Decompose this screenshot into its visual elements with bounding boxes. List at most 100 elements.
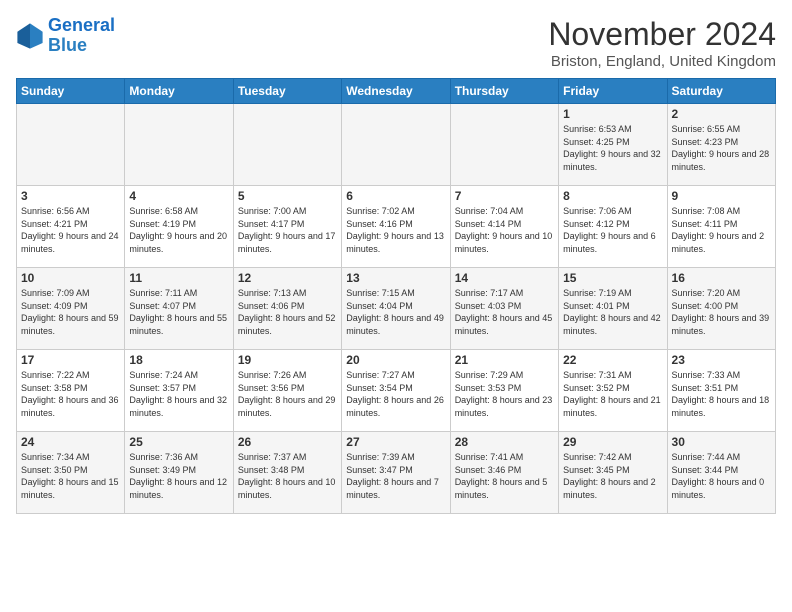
day-number: 25 <box>129 435 228 449</box>
day-number: 29 <box>563 435 662 449</box>
header-day-saturday: Saturday <box>667 79 775 104</box>
day-number: 15 <box>563 271 662 285</box>
day-cell-9: 9 Sunrise: 7:08 AMSunset: 4:11 PMDaylight… <box>667 186 775 268</box>
day-number: 4 <box>129 189 228 203</box>
day-cell-13: 13 Sunrise: 7:15 AMSunset: 4:04 PMDayligh… <box>342 268 450 350</box>
day-number: 9 <box>672 189 771 203</box>
day-number: 13 <box>346 271 445 285</box>
day-number: 24 <box>21 435 120 449</box>
day-info: Sunrise: 7:27 AMSunset: 3:54 PMDaylight:… <box>346 369 445 419</box>
day-info: Sunrise: 7:19 AMSunset: 4:01 PMDaylight:… <box>563 287 662 337</box>
day-cell-19: 19 Sunrise: 7:26 AMSunset: 3:56 PMDayligh… <box>233 350 341 432</box>
day-info: Sunrise: 7:00 AMSunset: 4:17 PMDaylight:… <box>238 205 337 255</box>
day-number: 7 <box>455 189 554 203</box>
day-number: 5 <box>238 189 337 203</box>
day-cell-28: 28 Sunrise: 7:41 AMSunset: 3:46 PMDayligh… <box>450 432 558 514</box>
day-info: Sunrise: 7:13 AMSunset: 4:06 PMDaylight:… <box>238 287 337 337</box>
calendar-body: 1 Sunrise: 6:53 AMSunset: 4:25 PMDaylight… <box>17 104 776 514</box>
day-number: 3 <box>21 189 120 203</box>
day-cell-23: 23 Sunrise: 7:33 AMSunset: 3:51 PMDayligh… <box>667 350 775 432</box>
day-number: 1 <box>563 107 662 121</box>
day-cell-6: 6 Sunrise: 7:02 AMSunset: 4:16 PMDaylight… <box>342 186 450 268</box>
day-info: Sunrise: 7:34 AMSunset: 3:50 PMDaylight:… <box>21 451 120 501</box>
logo: General Blue <box>16 16 115 56</box>
day-cell-26: 26 Sunrise: 7:37 AMSunset: 3:48 PMDayligh… <box>233 432 341 514</box>
title-block: November 2024 Briston, England, United K… <box>548 16 776 70</box>
day-number: 23 <box>672 353 771 367</box>
day-cell-25: 25 Sunrise: 7:36 AMSunset: 3:49 PMDayligh… <box>125 432 233 514</box>
calendar-table: SundayMondayTuesdayWednesdayThursdayFrid… <box>16 78 776 514</box>
day-info: Sunrise: 6:53 AMSunset: 4:25 PMDaylight:… <box>563 123 662 173</box>
day-number: 19 <box>238 353 337 367</box>
day-info: Sunrise: 7:33 AMSunset: 3:51 PMDaylight:… <box>672 369 771 419</box>
day-number: 11 <box>129 271 228 285</box>
day-cell-1: 1 Sunrise: 6:53 AMSunset: 4:25 PMDaylight… <box>559 104 667 186</box>
day-info: Sunrise: 7:39 AMSunset: 3:47 PMDaylight:… <box>346 451 445 501</box>
day-info: Sunrise: 7:04 AMSunset: 4:14 PMDaylight:… <box>455 205 554 255</box>
day-cell-7: 7 Sunrise: 7:04 AMSunset: 4:14 PMDaylight… <box>450 186 558 268</box>
day-cell-16: 16Sunrise: 7:20 AMSunset: 4:00 PMDayligh… <box>667 268 775 350</box>
day-info: Sunrise: 7:24 AMSunset: 3:57 PMDaylight:… <box>129 369 228 419</box>
day-number: 16 <box>672 271 771 285</box>
day-cell-5: 5 Sunrise: 7:00 AMSunset: 4:17 PMDaylight… <box>233 186 341 268</box>
header-day-thursday: Thursday <box>450 79 558 104</box>
day-number: 6 <box>346 189 445 203</box>
day-info: Sunrise: 7:08 AMSunset: 4:11 PMDaylight:… <box>672 205 771 255</box>
day-cell-15: 15 Sunrise: 7:19 AMSunset: 4:01 PMDayligh… <box>559 268 667 350</box>
header-day-tuesday: Tuesday <box>233 79 341 104</box>
day-number: 2 <box>672 107 771 121</box>
month-title: November 2024 <box>548 16 776 53</box>
week-row-3: 10 Sunrise: 7:09 AMSunset: 4:09 PMDayligh… <box>17 268 776 350</box>
header-day-sunday: Sunday <box>17 79 125 104</box>
day-info: Sunrise: 7:22 AMSunset: 3:58 PMDaylight:… <box>21 369 120 419</box>
day-number: 30 <box>672 435 771 449</box>
day-info: Sunrise: 6:56 AMSunset: 4:21 PMDaylight:… <box>21 205 120 255</box>
day-info: Sunrise: 7:41 AMSunset: 3:46 PMDaylight:… <box>455 451 554 501</box>
day-cell-18: 18 Sunrise: 7:24 AMSunset: 3:57 PMDayligh… <box>125 350 233 432</box>
header-day-friday: Friday <box>559 79 667 104</box>
day-cell-empty-0-3 <box>342 104 450 186</box>
day-cell-24: 24 Sunrise: 7:34 AMSunset: 3:50 PMDayligh… <box>17 432 125 514</box>
day-cell-20: 20 Sunrise: 7:27 AMSunset: 3:54 PMDayligh… <box>342 350 450 432</box>
week-row-4: 17 Sunrise: 7:22 AMSunset: 3:58 PMDayligh… <box>17 350 776 432</box>
day-cell-14: 14 Sunrise: 7:17 AMSunset: 4:03 PMDayligh… <box>450 268 558 350</box>
day-info: Sunrise: 7:09 AMSunset: 4:09 PMDaylight:… <box>21 287 120 337</box>
day-info: Sunrise: 7:26 AMSunset: 3:56 PMDaylight:… <box>238 369 337 419</box>
day-info: Sunrise: 7:02 AMSunset: 4:16 PMDaylight:… <box>346 205 445 255</box>
day-cell-27: 27 Sunrise: 7:39 AMSunset: 3:47 PMDayligh… <box>342 432 450 514</box>
day-info: Sunrise: 7:44 AMSunset: 3:44 PMDaylight:… <box>672 451 771 501</box>
day-info: Sunrise: 7:37 AMSunset: 3:48 PMDaylight:… <box>238 451 337 501</box>
day-cell-4: 4Sunrise: 6:58 AMSunset: 4:19 PMDaylight… <box>125 186 233 268</box>
header-row: General Blue November 2024 Briston, Engl… <box>16 16 776 70</box>
day-cell-10: 10 Sunrise: 7:09 AMSunset: 4:09 PMDayligh… <box>17 268 125 350</box>
logo-line2: Blue <box>48 35 87 55</box>
day-info: Sunrise: 7:11 AMSunset: 4:07 PMDaylight:… <box>129 287 228 337</box>
day-number: 18 <box>129 353 228 367</box>
day-cell-11: 11 Sunrise: 7:11 AMSunset: 4:07 PMDayligh… <box>125 268 233 350</box>
day-number: 10 <box>21 271 120 285</box>
day-number: 17 <box>21 353 120 367</box>
day-number: 27 <box>346 435 445 449</box>
day-info: Sunrise: 7:15 AMSunset: 4:04 PMDaylight:… <box>346 287 445 337</box>
day-info: Sunrise: 6:55 AMSunset: 4:23 PMDaylight:… <box>672 123 771 173</box>
day-number: 22 <box>563 353 662 367</box>
day-number: 12 <box>238 271 337 285</box>
day-info: Sunrise: 7:17 AMSunset: 4:03 PMDaylight:… <box>455 287 554 337</box>
day-number: 20 <box>346 353 445 367</box>
day-cell-12: 12 Sunrise: 7:13 AMSunset: 4:06 PMDayligh… <box>233 268 341 350</box>
logo-icon <box>16 22 44 50</box>
day-cell-2: 2 Sunrise: 6:55 AMSunset: 4:23 PMDaylight… <box>667 104 775 186</box>
header-day-monday: Monday <box>125 79 233 104</box>
day-number: 14 <box>455 271 554 285</box>
location: Briston, England, United Kingdom <box>548 53 776 70</box>
day-info: Sunrise: 7:31 AMSunset: 3:52 PMDaylight:… <box>563 369 662 419</box>
day-info: Sunrise: 7:06 AMSunset: 4:12 PMDaylight:… <box>563 205 662 255</box>
logo-text: General Blue <box>48 16 115 56</box>
header-day-wednesday: Wednesday <box>342 79 450 104</box>
day-cell-30: 30 Sunrise: 7:44 AMSunset: 3:44 PMDayligh… <box>667 432 775 514</box>
day-info: Sunrise: 7:36 AMSunset: 3:49 PMDaylight:… <box>129 451 228 501</box>
day-number: 28 <box>455 435 554 449</box>
day-info: Sunrise: 7:42 AMSunset: 3:45 PMDaylight:… <box>563 451 662 501</box>
day-number: 26 <box>238 435 337 449</box>
week-row-5: 24 Sunrise: 7:34 AMSunset: 3:50 PMDayligh… <box>17 432 776 514</box>
